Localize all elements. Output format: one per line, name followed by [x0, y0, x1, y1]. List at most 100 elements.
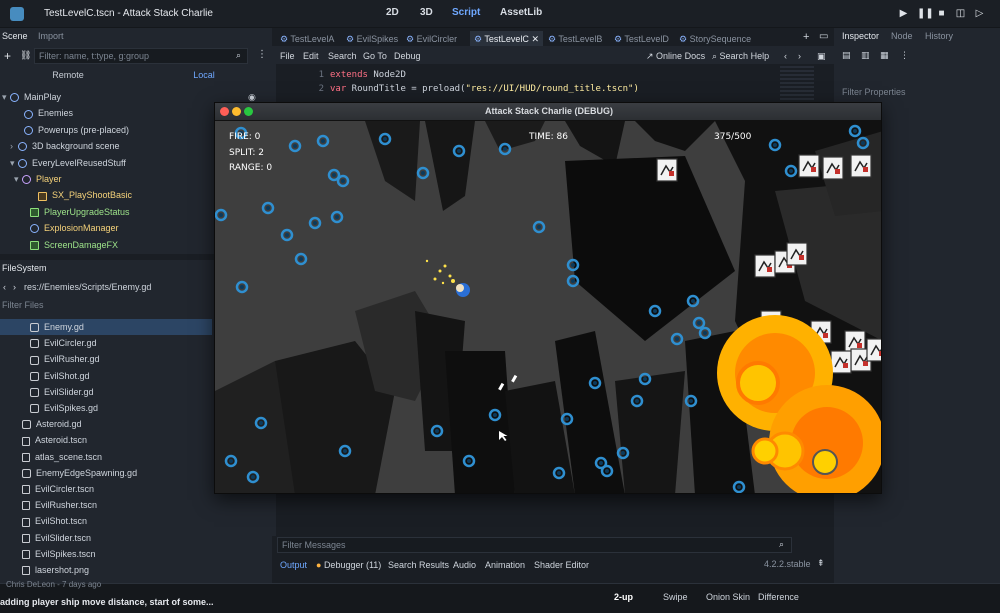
game-debug-window[interactable]: Attack Stack Charlie (DEBUG) FIRE: 0 SPL… — [214, 102, 882, 494]
gear-icon — [30, 339, 39, 349]
file-item[interactable]: EvilSpikes.tscn — [0, 546, 212, 562]
bottom-panel-tab[interactable]: Output — [280, 560, 307, 570]
add-tab-icon[interactable]: + — [803, 31, 809, 43]
filter-messages-input[interactable]: Filter Messages — [277, 537, 792, 553]
script-tab[interactable]: ⚙ TestLevelB — [548, 31, 602, 47]
compare-mode-button[interactable]: Difference — [758, 592, 799, 602]
tab-import[interactable]: Import — [38, 31, 64, 41]
remote-toggle[interactable]: Remote — [0, 68, 136, 83]
file-item[interactable]: EvilSlider.tscn — [0, 530, 212, 546]
expand-caret-icon[interactable]: › — [10, 138, 18, 154]
compare-mode-button[interactable]: Onion Skin — [706, 592, 750, 602]
file-item[interactable]: EvilSpikes.gd — [0, 400, 212, 416]
expand-caret-icon[interactable]: ▾ — [2, 89, 10, 105]
file-item[interactable]: lasershot.png — [0, 562, 212, 578]
hud-time: TIME: 86 — [528, 132, 568, 142]
tab-list-icon[interactable]: ▭ — [819, 31, 828, 42]
expand-caret-icon[interactable]: ▾ — [10, 155, 18, 171]
file-item[interactable]: EvilSlider.gd — [0, 384, 212, 400]
script-tab[interactable]: ⚙ TestLevelA — [280, 31, 334, 47]
file-item[interactable]: EvilRusher.tscn — [0, 497, 212, 513]
powerup-crate — [830, 350, 852, 374]
close-tab-icon[interactable]: ✕ — [529, 34, 539, 44]
tab-history[interactable]: History — [925, 31, 953, 41]
explosion-ring — [812, 449, 838, 475]
save-resource-icon[interactable]: ▦ — [880, 50, 889, 61]
file-label: atlas_scene.tscn — [35, 451, 103, 462]
file-item[interactable]: atlas_scene.tscn — [0, 449, 212, 465]
file-item[interactable]: EvilCircler.tscn — [0, 481, 212, 497]
file-item[interactable]: Asteroid.tscn — [0, 432, 212, 448]
view-assetlib-label: AssetLib — [500, 7, 543, 18]
script-tab[interactable]: ⚙ TestLevelD — [614, 31, 669, 47]
tab-scene[interactable]: Scene — [2, 31, 28, 41]
script-tab[interactable]: ⚙ EvilCircler — [406, 31, 457, 47]
menu-item[interactable]: File — [280, 51, 295, 61]
play-icon[interactable]: ▶ — [898, 8, 909, 19]
tab-inspector[interactable]: Inspector — [842, 31, 879, 41]
scene-filter-placeholder: Filter: name, t:type, g:group — [39, 51, 150, 61]
file-item[interactable]: EvilShot.gd — [0, 368, 212, 384]
file-item[interactable]: EvilShot.tscn — [0, 513, 212, 529]
file-item[interactable]: EvilRusher.gd — [0, 351, 212, 367]
play-scene-icon[interactable]: ▷ — [974, 8, 985, 19]
file-item[interactable]: EvilCircler.gd — [0, 335, 212, 351]
menu-item[interactable]: Debug — [394, 51, 421, 61]
prev-script-icon[interactable]: ‹ — [784, 51, 787, 61]
game-viewport[interactable]: FIRE: 0 SPLIT: 2 RANGE: 0 TIME: 86 375/5… — [215, 121, 882, 494]
stop-icon[interactable]: ■ — [936, 8, 947, 19]
online-docs-link[interactable]: ↗ Online Docs — [646, 51, 705, 62]
script-tab[interactable]: ⚙ StorySequence — [679, 31, 751, 47]
bottom-panel-tab[interactable]: Shader Editor — [534, 560, 589, 570]
tab-filesystem[interactable]: FileSystem — [2, 263, 47, 273]
toggle-panel-icon[interactable]: ▣ — [817, 51, 826, 62]
expand-panel-icon[interactable]: ⇞ — [817, 558, 825, 569]
view-script-button[interactable]: Script — [452, 7, 480, 18]
file-item[interactable]: EnemyEdgeSpawning.gd — [0, 465, 212, 481]
file-item[interactable]: Asteroid.gd — [0, 416, 212, 432]
kebab-menu-icon[interactable]: ⋮ — [257, 49, 267, 60]
compare-mode-button[interactable]: Swipe — [663, 592, 688, 602]
inspector-menu-icon[interactable]: ⋮ — [900, 50, 909, 61]
link-icon[interactable]: ⛓ — [20, 50, 31, 61]
view-3d-button[interactable]: 3D — [420, 7, 433, 18]
file-label: EvilSpikes.tscn — [35, 548, 96, 559]
script-tab[interactable]: ⚙ EvilSpikes — [346, 31, 398, 47]
menu-item[interactable]: Go To — [363, 51, 387, 61]
next-script-icon[interactable]: › — [798, 51, 801, 61]
powerup-crate — [822, 156, 844, 180]
file-item[interactable]: Enemy.gd — [0, 319, 212, 335]
view-assetlib-button[interactable]: AssetLib — [500, 7, 542, 18]
scene-filter-input[interactable]: Filter: name, t:type, g:group — [34, 48, 248, 64]
view-2d-button[interactable]: 2D — [386, 7, 399, 18]
expand-caret-icon[interactable]: ▾ — [14, 171, 22, 187]
menu-item[interactable]: Edit — [303, 51, 319, 61]
scene-file-icon — [22, 452, 30, 462]
new-resource-icon[interactable]: ▤ — [842, 50, 851, 61]
compare-mode-button[interactable]: 2-up — [614, 592, 633, 602]
remote-debug-icon[interactable]: ◫ — [955, 8, 966, 19]
filesystem-path[interactable]: res://Enemies/Scripts/Enemy.gd — [24, 282, 151, 292]
script-tab[interactable]: ⚙ TestLevelC ✕ — [470, 31, 543, 47]
code-line[interactable]: 1 extends Node2D — [280, 68, 780, 82]
bottom-panel-tab[interactable]: ● Debugger (11) — [316, 560, 381, 570]
forward-arrow-icon[interactable]: › — [13, 282, 16, 292]
code-token: "res://UI/HUD/round_title.tscn") — [465, 84, 639, 94]
open-resource-icon[interactable]: ▥ — [861, 50, 870, 61]
add-node-icon[interactable]: + — [4, 49, 11, 63]
code-line[interactable]: 2 var RoundTitle = preload("res://UI/HUD/… — [280, 82, 780, 96]
script-icon: ⚙ — [614, 34, 625, 44]
search-help-link[interactable]: ⌕ Search Help — [712, 51, 769, 62]
tab-node[interactable]: Node — [891, 31, 913, 41]
bottom-panel-tab[interactable]: Animation — [485, 560, 525, 570]
filter-properties-input[interactable]: Filter Properties — [842, 87, 906, 97]
bottom-panel-tab[interactable]: Search Results — [388, 560, 449, 570]
game-titlebar[interactable]: Attack Stack Charlie (DEBUG) — [215, 103, 881, 121]
pause-icon[interactable]: ❚❚ — [917, 8, 934, 19]
back-arrow-icon[interactable]: ‹ — [3, 282, 6, 292]
menu-item[interactable]: Search — [328, 51, 357, 61]
gear-icon — [22, 468, 31, 478]
code-token: 1 — [318, 70, 324, 80]
bottom-panel-tab[interactable]: Audio — [453, 560, 476, 570]
local-toggle[interactable]: Local — [136, 68, 272, 83]
